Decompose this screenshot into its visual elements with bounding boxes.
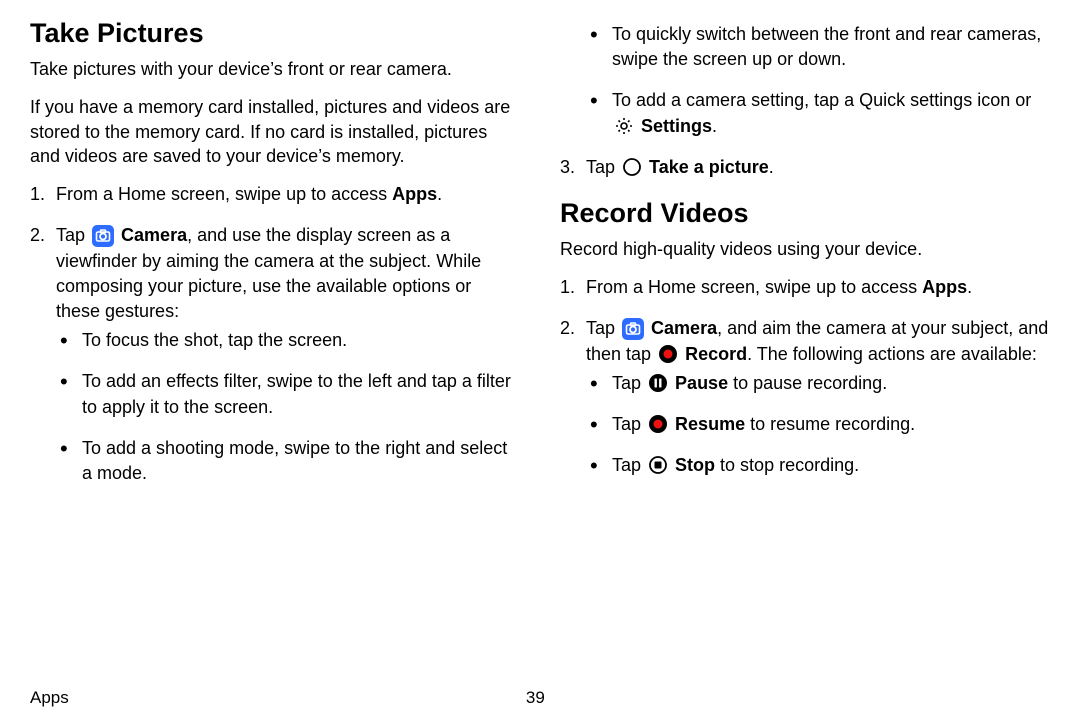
step-text-tail: . [769, 157, 774, 177]
step-text: From a Home screen, swipe up to access [56, 184, 392, 204]
step-number: 2. [30, 223, 45, 248]
gesture-focus: To focus the shot, tap the screen. [56, 328, 520, 353]
intro-para-2: If you have a memory card installed, pic… [30, 95, 520, 168]
text-tail: . [712, 116, 717, 136]
step-number: 1. [30, 182, 45, 207]
two-column-layout: Take Pictures Take pictures with your de… [30, 18, 1050, 688]
bold-stop: Stop [675, 455, 715, 475]
left-column: Take Pictures Take pictures with your de… [30, 18, 520, 688]
action-stop: Tap Stop to stop recording. [586, 453, 1050, 478]
step-text: Tap [586, 318, 620, 338]
text-tail: to stop recording. [715, 455, 859, 475]
bold-camera: Camera [651, 318, 717, 338]
record-actions: Tap Pause to pause recording. Tap Resume… [586, 371, 1050, 479]
action-pause: Tap Pause to pause recording. [586, 371, 1050, 396]
bold-settings: Settings [641, 116, 712, 136]
pause-icon [648, 373, 668, 393]
gesture-filter: To add an effects filter, swipe to the l… [56, 369, 520, 419]
page-footer: Apps 39 [30, 688, 1050, 714]
bold-pause: Pause [675, 373, 728, 393]
camera-icon [622, 318, 644, 340]
heading-record-videos: Record Videos [560, 198, 1050, 229]
step-text-tail: . [967, 277, 972, 297]
text: Tap [612, 373, 646, 393]
step-text: Tap [56, 225, 90, 245]
heading-take-pictures: Take Pictures [30, 18, 520, 49]
record-steps: 1. From a Home screen, swipe up to acces… [560, 275, 1050, 478]
gesture-list-continued: To quickly switch between the front and … [586, 22, 1050, 139]
shutter-icon [622, 157, 642, 177]
record-intro: Record high-quality videos using your de… [560, 237, 1050, 261]
gesture-mode: To add a shooting mode, swipe to the rig… [56, 436, 520, 486]
text: To add a camera setting, tap a Quick set… [612, 90, 1031, 110]
gesture-list: To focus the shot, tap the screen. To ad… [56, 328, 520, 486]
step-text: From a Home screen, swipe up to access [586, 277, 922, 297]
step-1: 1. From a Home screen, swipe up to acces… [30, 182, 520, 207]
step-2: 2. Tap Camera, and use the display scree… [30, 223, 520, 486]
step-3: 3. Tap Take a picture. [560, 155, 1050, 180]
footer-section: Apps [30, 688, 69, 708]
step-number: 1. [560, 275, 575, 300]
bold-resume: Resume [675, 414, 745, 434]
text-tail: to pause recording. [728, 373, 887, 393]
step-number: 2. [560, 316, 575, 341]
step-number: 3. [560, 155, 575, 180]
take-pictures-step3: 3. Tap Take a picture. [560, 155, 1050, 180]
step-text-tail: , and use the display screen as a viewfi… [56, 225, 481, 321]
gesture-switch-cam: To quickly switch between the front and … [586, 22, 1050, 72]
text: Tap [612, 414, 646, 434]
take-pictures-steps: 1. From a Home screen, swipe up to acces… [30, 182, 520, 486]
camera-icon [92, 225, 114, 247]
right-column: To quickly switch between the front and … [560, 18, 1050, 688]
intro-para-1: Take pictures with your device’s front o… [30, 57, 520, 81]
text: Tap [612, 455, 646, 475]
footer-page-number: 39 [526, 688, 545, 708]
step-text-tail: . The following actions are available: [747, 344, 1037, 364]
step-text-tail: . [437, 184, 442, 204]
bold-take-picture: Take a picture [649, 157, 769, 177]
record-step-1: 1. From a Home screen, swipe up to acces… [560, 275, 1050, 300]
bold-record: Record [685, 344, 747, 364]
text-tail: to resume recording. [745, 414, 915, 434]
gesture-quick-settings: To add a camera setting, tap a Quick set… [586, 88, 1050, 138]
action-resume: Tap Resume to resume recording. [586, 412, 1050, 437]
bold-camera: Camera [121, 225, 187, 245]
gear-icon [614, 116, 634, 136]
bold-apps: Apps [392, 184, 437, 204]
step-text: Tap [586, 157, 620, 177]
resume-icon [648, 414, 668, 434]
record-icon [658, 344, 678, 364]
manual-page: Take Pictures Take pictures with your de… [0, 0, 1080, 720]
record-step-2: 2. Tap Camera, and aim the camera at you… [560, 316, 1050, 478]
bold-apps: Apps [922, 277, 967, 297]
stop-icon [648, 455, 668, 475]
